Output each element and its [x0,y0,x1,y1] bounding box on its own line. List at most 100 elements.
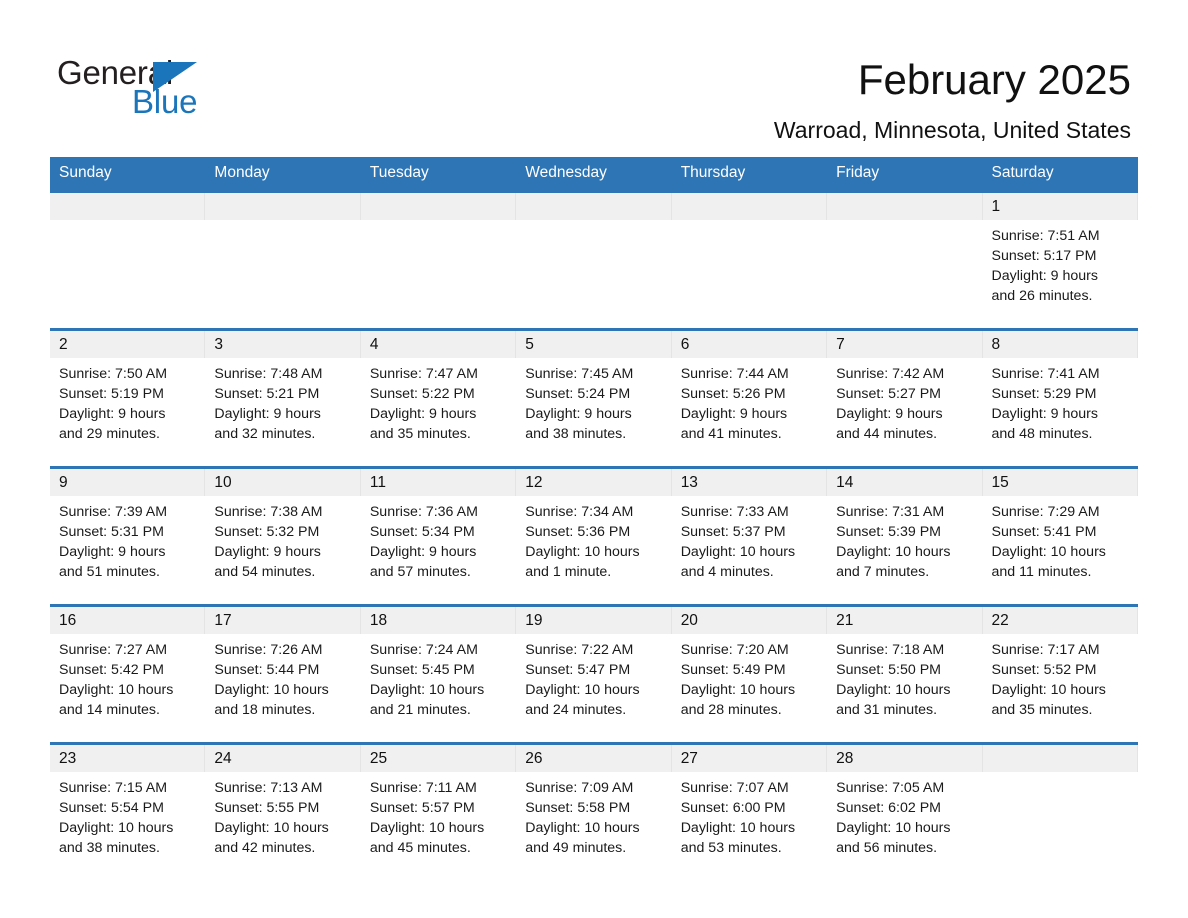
sunset-text: Sunset: 6:02 PM [836,800,941,816]
sunrise-text: Sunrise: 7:45 AM [525,366,634,382]
page-header: General Blue February 2025 Warroad, Minn… [0,0,1188,157]
calendar-day-cell[interactable]: 19 Sunrise: 7:22 AM Sunset: 5:47 PM Dayligh… [516,604,672,744]
daylight-text-line1: Daylight: 9 hours [59,406,166,422]
daylight-text-line2: and 42 minutes. [214,840,316,856]
sunrise-text: Sunrise: 7:07 AM [680,780,789,796]
sunrise-text: Sunrise: 7:13 AM [214,780,323,796]
calendar-day-cell[interactable]: 8 Sunrise: 7:41 AM Sunset: 5:29 PM Daylight… [982,328,1138,468]
daylight-text-line2: and 1 minute. [525,564,612,580]
calendar-day-cell[interactable]: 9 Sunrise: 7:39 AM Sunset: 5:31 PM Daylight… [50,466,206,606]
calendar-day-cell[interactable] [50,190,206,330]
day-details: Sunrise: 7:07 AM Sunset: 6:00 PM Daylight:… [672,772,827,858]
calendar-day-cell[interactable]: 12 Sunrise: 7:34 AM Sunset: 5:36 PM Dayligh… [516,466,672,606]
sunset-text: Sunset: 5:58 PM [525,800,631,816]
calendar-day-cell[interactable]: 15 Sunrise: 7:29 AM Sunset: 5:41 PM Dayligh… [982,466,1138,606]
day-details: Sunrise: 7:50 AM Sunset: 5:19 PM Daylight:… [50,358,205,444]
calendar-day-cell[interactable]: 24 Sunrise: 7:13 AM Sunset: 5:55 PM Dayligh… [205,742,361,880]
daylight-text-line1: Daylight: 9 hours [214,544,321,560]
calendar-day-cell[interactable]: 22 Sunrise: 7:17 AM Sunset: 5:52 PM Dayligh… [982,604,1138,744]
calendar-day-cell[interactable] [671,190,828,330]
sunset-text: Sunset: 5:17 PM [991,248,1097,264]
calendar-day-cell[interactable]: 28 Sunrise: 7:05 AM Sunset: 6:02 PM Dayligh… [827,742,983,880]
daylight-text-line1: Daylight: 9 hours [369,544,477,560]
sunset-text: Sunset: 5:24 PM [525,386,631,402]
sunrise-text: Sunrise: 7:48 AM [214,366,323,382]
calendar-day-cell[interactable] [205,190,361,330]
weekday-header-sunday: Sunday [50,157,206,192]
daylight-text-line1: Daylight: 10 hours [525,544,640,560]
calendar-day-cell[interactable]: 7 Sunrise: 7:42 AM Sunset: 5:27 PM Daylight… [827,328,983,468]
calendar-day-cell[interactable]: 11 Sunrise: 7:36 AM Sunset: 5:34 PM Dayligh… [360,466,517,606]
calendar-day-cell[interactable] [982,742,1138,880]
day-details: Sunrise: 7:44 AM Sunset: 5:26 PM Daylight:… [672,358,827,444]
calendar-day-cell[interactable]: 23 Sunrise: 7:15 AM Sunset: 5:54 PM Dayligh… [50,742,206,880]
sunrise-text: Sunrise: 7:42 AM [836,366,945,382]
calendar-day-cell[interactable]: 25 Sunrise: 7:11 AM Sunset: 5:57 PM Dayligh… [360,742,517,880]
sunset-text: Sunset: 5:36 PM [525,524,631,540]
calendar-day-cell[interactable]: 27 Sunrise: 7:07 AM Sunset: 6:00 PM Dayligh… [671,742,828,880]
calendar-day-cell[interactable]: 18 Sunrise: 7:24 AM Sunset: 5:45 PM Dayligh… [360,604,517,744]
day-details: Sunrise: 7:20 AM Sunset: 5:49 PM Daylight:… [672,634,827,720]
calendar-day-cell[interactable]: 20 Sunrise: 7:20 AM Sunset: 5:49 PM Dayligh… [671,604,828,744]
calendar-day-cell[interactable]: 3 Sunrise: 7:48 AM Sunset: 5:21 PM Daylight… [205,328,361,468]
sunset-text: Sunset: 5:27 PM [836,386,941,402]
sunrise-text: Sunrise: 7:17 AM [991,642,1100,658]
calendar-day-cell[interactable] [516,190,672,330]
calendar-day-cell[interactable]: 6 Sunrise: 7:44 AM Sunset: 5:26 PM Daylight… [671,328,828,468]
day-details: Sunrise: 7:22 AM Sunset: 5:47 PM Daylight:… [516,634,671,720]
day-details: Sunrise: 7:36 AM Sunset: 5:34 PM Daylight:… [361,496,516,582]
sunset-text: Sunset: 5:57 PM [369,800,475,816]
calendar-day-cell[interactable]: 1 Sunrise: 7:51 AM Sunset: 5:17 PM Daylight… [982,190,1138,330]
day-details [205,220,360,226]
day-number: 19 [516,607,672,634]
sunset-text: Sunset: 5:55 PM [214,800,320,816]
sunrise-text: Sunrise: 7:51 AM [991,228,1100,244]
day-number [50,193,206,220]
calendar-day-cell[interactable]: 17 Sunrise: 7:26 AM Sunset: 5:44 PM Dayligh… [205,604,361,744]
sunrise-text: Sunrise: 7:20 AM [680,642,789,658]
daylight-text-line2: and 18 minutes. [214,702,316,718]
day-number: 4 [360,331,517,358]
daylight-text-line1: Daylight: 9 hours [59,544,166,560]
daylight-text-line2: and 29 minutes. [59,426,160,442]
calendar-day-cell[interactable] [827,190,983,330]
daylight-text-line1: Daylight: 10 hours [59,682,174,698]
sunset-text: Sunset: 5:29 PM [991,386,1097,402]
calendar-week-row: 16 Sunrise: 7:27 AM Sunset: 5:42 PM Dayligh… [50,604,1138,744]
daylight-text-line1: Daylight: 10 hours [214,820,329,836]
day-number [827,193,983,220]
day-details: Sunrise: 7:24 AM Sunset: 5:45 PM Daylight:… [361,634,516,720]
daylight-text-line2: and 7 minutes. [836,564,930,580]
sunrise-text: Sunrise: 7:09 AM [525,780,634,796]
weekday-header-friday: Friday [827,157,983,192]
daylight-text-line1: Daylight: 10 hours [680,820,796,836]
day-number: 21 [827,607,983,634]
calendar-day-cell[interactable] [360,190,517,330]
day-number [360,193,517,220]
sunset-text: Sunset: 5:47 PM [525,662,631,678]
calendar-day-cell[interactable]: 16 Sunrise: 7:27 AM Sunset: 5:42 PM Dayligh… [50,604,206,744]
day-number: 22 [982,607,1138,634]
daylight-text-line2: and 51 minutes. [59,564,160,580]
calendar-day-cell[interactable]: 5 Sunrise: 7:45 AM Sunset: 5:24 PM Daylight… [516,328,672,468]
sunset-text: Sunset: 5:42 PM [59,662,164,678]
calendar-day-cell[interactable]: 4 Sunrise: 7:47 AM Sunset: 5:22 PM Daylight… [360,328,517,468]
calendar-day-cell[interactable]: 21 Sunrise: 7:18 AM Sunset: 5:50 PM Dayligh… [827,604,983,744]
sunset-text: Sunset: 5:41 PM [991,524,1097,540]
daylight-text-line2: and 57 minutes. [369,564,471,580]
day-number: 23 [50,745,206,772]
generalblue-logo[interactable]: General Blue [57,55,247,120]
sunrise-text: Sunrise: 7:11 AM [369,780,477,796]
calendar-week-row: 9 Sunrise: 7:39 AM Sunset: 5:31 PM Daylight… [50,466,1138,606]
page-subtitle: Warroad, Minnesota, United States [773,117,1131,143]
day-details: Sunrise: 7:33 AM Sunset: 5:37 PM Daylight:… [672,496,827,582]
daylight-text-line1: Daylight: 10 hours [525,820,640,836]
calendar-day-cell[interactable]: 10 Sunrise: 7:38 AM Sunset: 5:32 PM Dayligh… [205,466,361,606]
calendar-day-cell[interactable]: 13 Sunrise: 7:33 AM Sunset: 5:37 PM Dayligh… [671,466,828,606]
calendar-day-cell[interactable]: 14 Sunrise: 7:31 AM Sunset: 5:39 PM Dayligh… [827,466,983,606]
sunrise-sunset-calendar-table: Sunday Monday Tuesday Wednesday Thursday… [50,157,1138,880]
day-details [827,220,982,226]
calendar-day-cell[interactable]: 2 Sunrise: 7:50 AM Sunset: 5:19 PM Daylight… [50,328,206,468]
day-details: Sunrise: 7:13 AM Sunset: 5:55 PM Daylight:… [205,772,360,858]
calendar-day-cell[interactable]: 26 Sunrise: 7:09 AM Sunset: 5:58 PM Dayligh… [516,742,672,880]
